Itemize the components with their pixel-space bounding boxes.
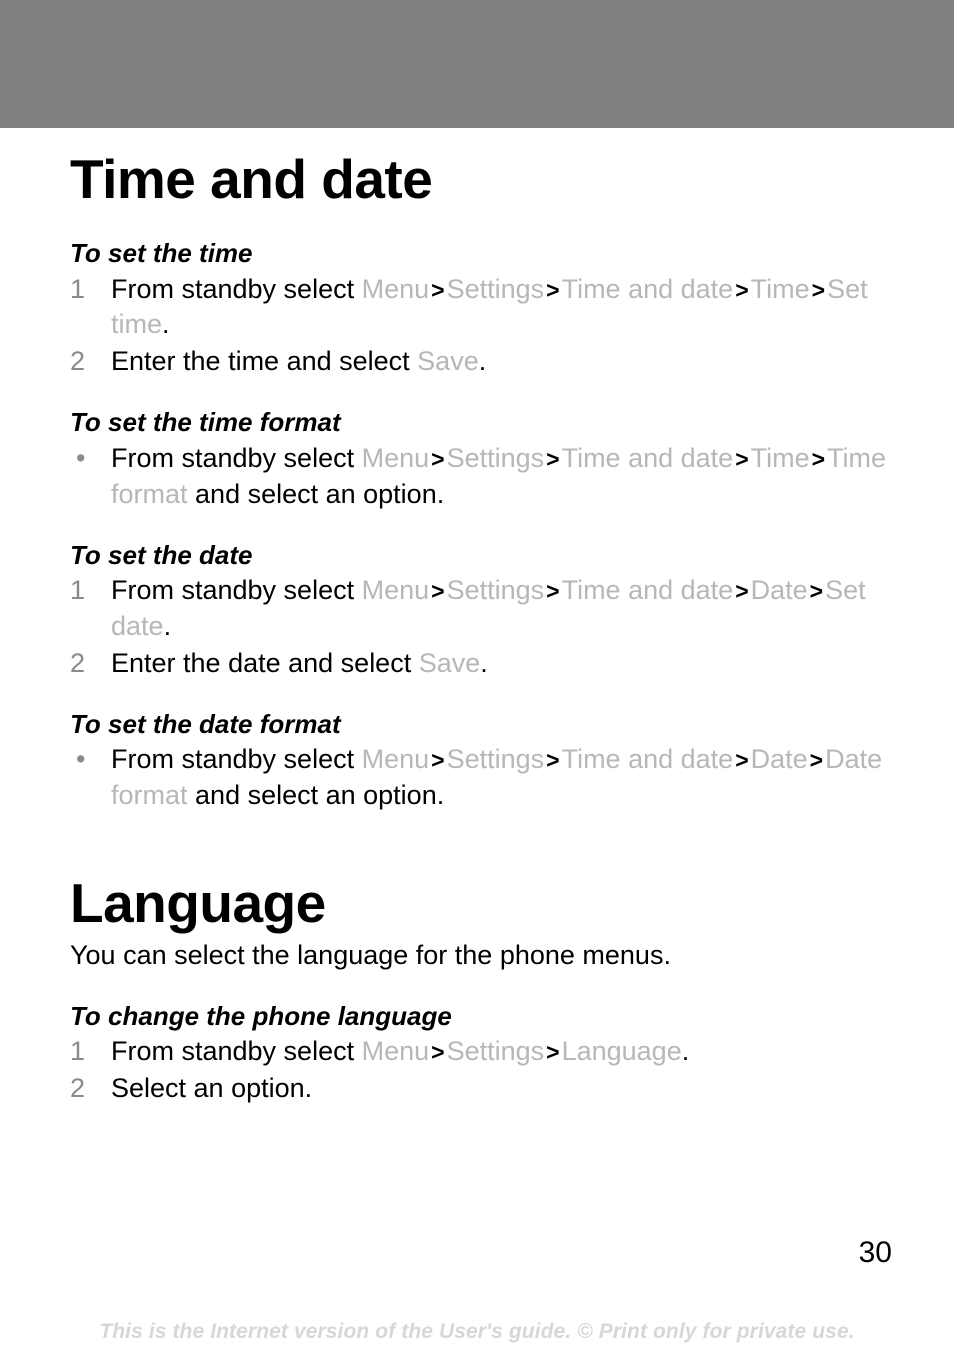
plain-text-token: . [681,1036,690,1067]
section-heading: Language [70,872,326,935]
procedure-step-list: 1 From standby select Menu>Settings>Time … [70,272,894,381]
menu-path-token: Menu [361,575,430,606]
menu-path-token: Time [750,442,810,473]
plain-text-token: and select an option. [187,478,445,509]
menu-path-token: Settings [446,442,545,473]
menu-path-separator-icon: > [809,747,824,774]
menu-path-token: Save [418,647,481,678]
section-intro-text: You can select the language for the phon… [70,940,671,971]
plain-text-token: From standby select [111,744,362,775]
plain-text-token: From standby select [111,575,362,606]
menu-path-token: Menu [361,744,430,775]
section-heading: Time and date [70,148,433,210]
menu-path-token: Date [750,744,808,775]
step-number: 2 [70,346,86,377]
menu-path-token: Menu [361,273,430,304]
procedure-step: 2 Enter the time and select Save. [70,344,894,380]
menu-path-token: Time [750,273,810,304]
menu-path-token: Save [417,346,479,377]
menu-path-separator-icon: > [431,747,445,774]
procedure-step: • From standby select Menu>Settings>Time … [70,441,894,513]
menu-path-separator-icon: > [546,578,560,605]
step-text: From standby select Menu>Settings>Time a… [111,575,866,641]
plain-text-token: and select an option. [187,780,445,811]
procedure-heading: To change the phone language [70,1000,452,1031]
plain-text-token: From standby select [111,273,362,304]
plain-text-token: Enter the date and select [111,647,419,678]
plain-text-token: From standby select [111,442,362,473]
document-page: Time and date To set the time 1 From standb… [0,0,954,1354]
procedure-step: 1 From standby select Menu>Settings>Time … [70,573,894,645]
menu-path-token: Settings [446,575,545,606]
step-text: Enter the time and select Save. [111,346,486,376]
menu-path-token: Settings [446,744,545,775]
plain-text-token: From standby select [111,1036,362,1067]
menu-path-token: Menu [361,442,430,473]
step-number: 1 [70,575,86,606]
menu-path-token: Time and date [561,273,734,304]
step-number: 2 [70,1073,86,1104]
procedure-heading: To set the time [70,238,253,268]
procedure-heading: To set the date [70,539,253,570]
menu-path-token: Language [561,1036,682,1067]
procedure-step: • From standby select Menu>Settings>Time … [70,742,894,814]
procedure-step-list: 1 From standby select Menu>Settings>Time … [70,573,894,682]
menu-path-separator-icon: > [811,445,826,472]
plain-text-token: Select an option. [111,1073,313,1104]
plain-text-token: . [480,647,488,678]
procedure-heading: To set the time format [70,407,341,438]
menu-path-token: Time and date [561,442,734,473]
procedure-bullet-list: • From standby select Menu>Settings>Time … [70,441,894,513]
doc-section: Time and date To set the time 1 From standb… [70,152,894,814]
doc-section: Language You can select the language for … [70,876,894,1107]
plain-text-token: . [162,309,170,340]
menu-path-separator-icon: > [546,276,560,303]
step-number: 1 [70,1036,86,1067]
sections-container: Time and date To set the time 1 From standb… [70,152,894,1107]
procedure-step-list: 1 From standby select Menu>Settings>Langu… [70,1034,894,1107]
menu-path-token: Date [750,575,808,606]
step-text: From standby select Menu>Settings>Time a… [111,274,868,340]
step-number: 1 [70,273,86,304]
menu-path-separator-icon: > [431,1039,445,1066]
menu-path-token: Menu [361,1036,430,1067]
procedure-bullet-list: • From standby select Menu>Settings>Time … [70,742,894,814]
menu-path-separator-icon: > [546,1039,560,1066]
menu-path-separator-icon: > [431,276,445,303]
plain-text-token: . [163,610,172,641]
procedure-step: 2 Select an option. [70,1071,894,1107]
plain-text-token: Enter the time and select [111,346,418,377]
menu-path-separator-icon: > [431,445,445,472]
procedure-step: 2 Enter the date and select Save. [70,646,894,682]
step-text: From standby select Menu>Settings>Time a… [111,443,886,509]
step-text: Select an option. [111,1073,312,1103]
procedure-step: 1 From standby select Menu>Settings>Time … [70,272,894,344]
menu-path-separator-icon: > [546,445,560,472]
menu-path-separator-icon: > [811,276,826,303]
bullet-point-icon: • [76,442,86,473]
menu-path-token: Time and date [561,575,734,606]
plain-text-token: . [478,346,487,377]
step-text: Enter the date and select Save. [111,648,488,678]
step-number: 2 [70,647,86,678]
page-header-bar [0,0,954,128]
step-text: From standby select Menu>Settings>Langua… [111,1036,689,1066]
menu-path-token: Time and date [561,744,734,775]
menu-path-separator-icon: > [735,578,749,605]
menu-path-separator-icon: > [735,747,749,774]
menu-path-separator-icon: > [735,276,749,303]
step-text: From standby select Menu>Settings>Time a… [111,744,882,810]
procedure-heading: To set the date format [70,708,341,739]
page-content: Time and date To set the time 1 From standb… [0,128,954,1108]
menu-path-separator-icon: > [735,445,749,472]
procedure-step: 1 From standby select Menu>Settings>Langu… [70,1034,894,1070]
page-number: 30 [858,1236,892,1269]
bullet-point-icon: • [76,744,86,775]
menu-path-separator-icon: > [809,578,824,605]
menu-path-separator-icon: > [546,747,560,774]
menu-path-token: Settings [446,1036,545,1067]
menu-path-separator-icon: > [431,578,445,605]
menu-path-token: Settings [446,273,545,304]
footer-copyright-note: This is the Internet version of the User… [99,1320,855,1343]
